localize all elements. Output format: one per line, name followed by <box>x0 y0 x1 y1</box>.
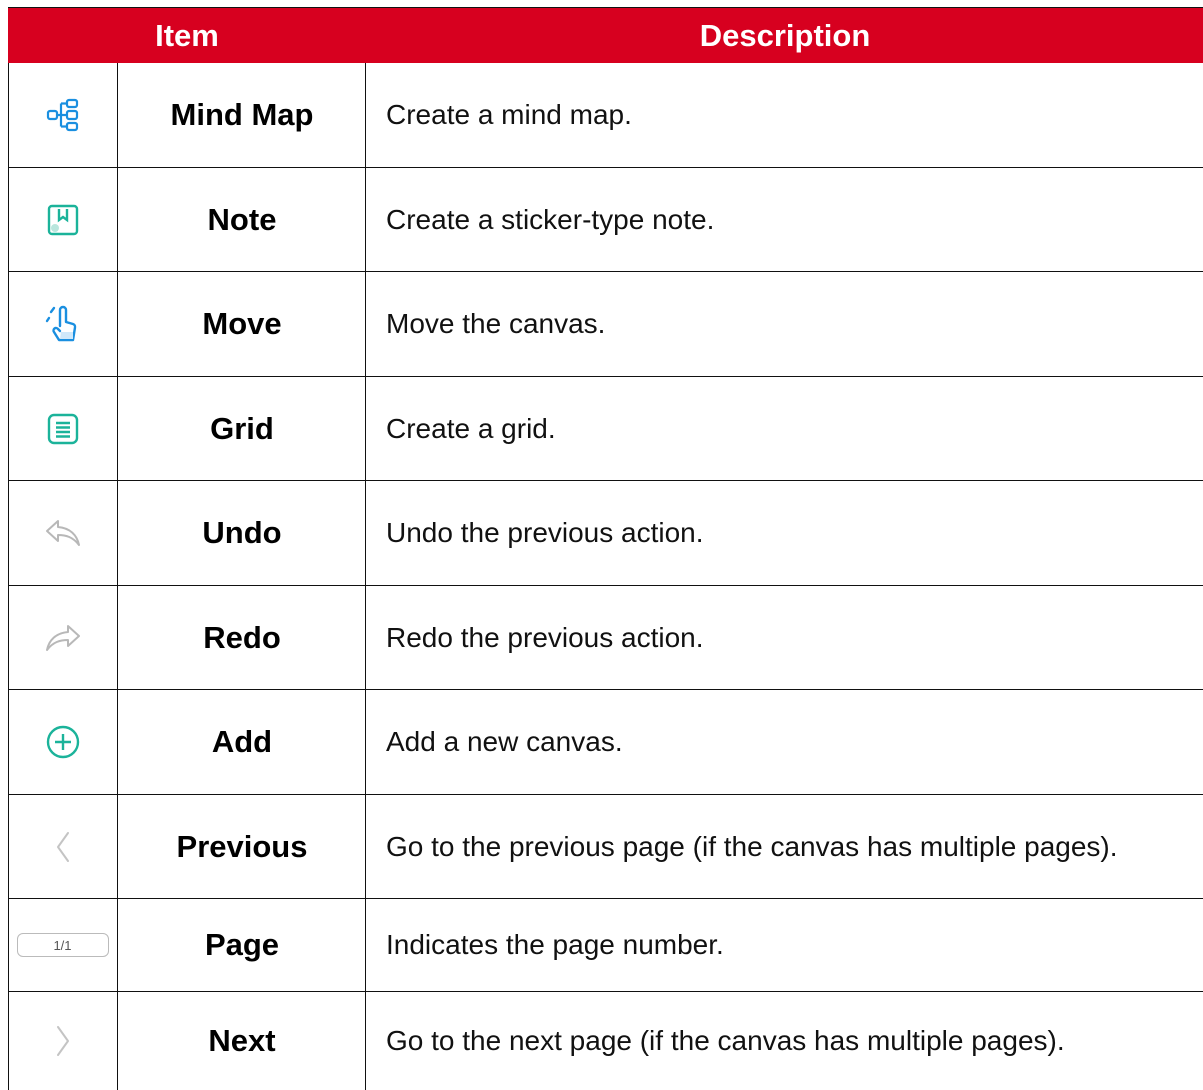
row-name: Add <box>211 724 273 759</box>
table-row: Next Go to the next page (if the canvas … <box>8 992 1203 1090</box>
header-description: Description <box>699 17 871 53</box>
table-header: Item Description <box>8 8 1203 63</box>
note-icon <box>47 204 78 235</box>
table-row: Previous Go to the previous page (if the… <box>8 795 1203 899</box>
row-description: Create a mind map. <box>386 99 632 130</box>
row-icon-cell <box>8 992 117 1090</box>
table-row: Undo Undo the previous action. <box>8 481 1203 586</box>
table-row: Grid Create a grid. <box>8 377 1203 481</box>
row-description: Indicates the page number. <box>386 929 724 960</box>
chevron-right-icon <box>56 1026 69 1056</box>
feature-table: Item Description Mind Map Create a mind … <box>8 8 1203 1090</box>
row-name: Note <box>207 201 277 237</box>
table-row: Mind Map Create a mind map. <box>8 63 1203 168</box>
row-description: Add a new canvas. <box>386 726 623 757</box>
table-row: Note Create a sticker-type note. <box>8 168 1203 272</box>
chevron-left-icon <box>56 831 69 862</box>
row-name: Previous <box>176 828 308 864</box>
row-name: Page <box>204 927 280 962</box>
row-description: Go to the previous page (if the canvas h… <box>386 830 1118 862</box>
row-description: Undo the previous action. <box>386 517 704 548</box>
row-icon-cell <box>8 690 117 794</box>
move-hand-icon <box>45 305 76 342</box>
row-icon-cell <box>8 481 117 585</box>
row-name: Redo <box>203 619 281 655</box>
undo-icon <box>45 520 80 546</box>
row-description: Move the canvas. <box>386 308 606 339</box>
row-description: Create a grid. <box>386 412 556 444</box>
row-description: Redo the previous action. <box>386 621 704 653</box>
redo-icon <box>45 624 80 651</box>
table-row: Move Move the canvas. <box>8 272 1203 377</box>
grid-icon <box>47 413 78 444</box>
page-indicator: 1/1 <box>16 933 109 957</box>
row-icon-cell <box>8 272 117 376</box>
row-description: Go to the next page (if the canvas has m… <box>386 1025 1065 1056</box>
header-item: Item <box>155 17 219 53</box>
row-name: Grid <box>210 410 274 446</box>
row-description: Create a sticker-type note. <box>386 203 715 235</box>
add-circle-icon <box>46 725 79 759</box>
row-icon-cell: 1/1 <box>8 899 117 991</box>
mind-map-icon <box>46 98 78 132</box>
row-name: Mind Map <box>170 97 314 132</box>
row-name: Move <box>202 306 282 341</box>
table-row: 1/1 Page Indicates the page number. <box>8 899 1203 992</box>
table-row: Redo Redo the previous action. <box>8 586 1203 690</box>
row-name: Next <box>208 1023 276 1058</box>
table-row: Add Add a new canvas. <box>8 690 1203 795</box>
row-icon-cell <box>8 168 117 271</box>
row-icon-cell <box>8 377 117 480</box>
row-icon-cell <box>8 586 117 689</box>
row-icon-cell <box>8 795 117 898</box>
row-icon-cell <box>8 63 117 167</box>
row-name: Undo <box>202 515 282 550</box>
